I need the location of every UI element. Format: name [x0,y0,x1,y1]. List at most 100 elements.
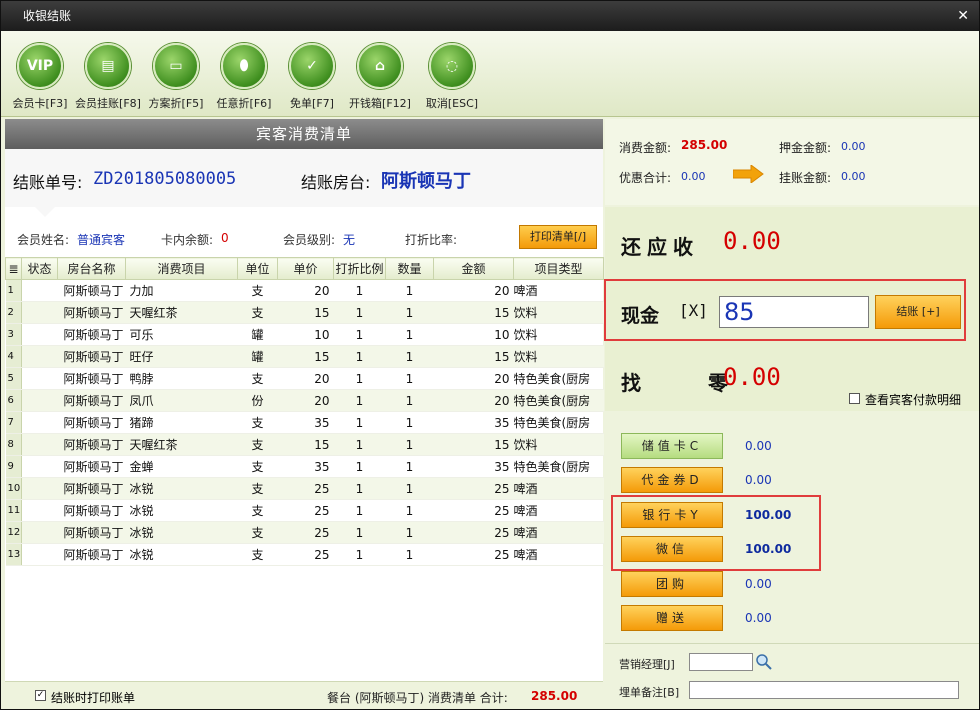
column-header[interactable]: 房台名称 [57,257,126,280]
table-cell: 力加 [125,279,238,302]
callout-pointer [35,207,55,217]
table-row[interactable]: 4 阿斯顿马丁 旺仔罐 15 1 1 15 饮料 [5,345,604,368]
table-row[interactable]: 11 阿斯顿马丁 冰锐支 25 1 1 25 啤酒 [5,499,604,522]
table-cell [21,367,58,390]
table-cell: 1 [385,477,434,500]
table-cell: 1 [333,411,386,434]
table-row[interactable]: 3 阿斯顿马丁 可乐罐 10 1 1 10 饮料 [5,323,604,346]
table-cell: 5 [5,367,22,390]
table-cell: 1 [333,367,386,390]
column-header[interactable]: 项目类型 [513,257,604,280]
table-cell [21,499,58,522]
table-cell: 7 [5,411,22,434]
remark-input[interactable] [689,681,959,699]
table-cell: 特色美食(厨房 [513,455,604,478]
column-header[interactable]: 金额 [433,257,514,280]
member-name-label: 会员姓名: [17,233,70,247]
table-cell: 份 [237,389,278,412]
table-cell: 支 [237,543,278,566]
table-cell: 支 [237,455,278,478]
summary-text: 餐台 (阿斯顿马丁) 消费清单 合计: [327,691,508,705]
table-cell: 1 [385,433,434,456]
table-row[interactable]: 9 阿斯顿马丁 金蝉支 35 1 1 35 特色美食(厨房 [5,455,604,478]
gift-button[interactable]: 赠送 [621,605,723,631]
close-icon[interactable]: ✕ [957,1,969,31]
any-discount-button[interactable]: ⬮ 任意折[F6] [209,39,279,115]
column-header[interactable]: 数量 [385,257,434,280]
print-on-checkout-checkbox[interactable]: ✓ [35,690,46,701]
table-cell: 10 [5,477,22,500]
member-charge-button[interactable]: ▤ 会员挂账[F8] [73,39,143,115]
table-cell: 阿斯顿马丁 [57,455,126,478]
column-header[interactable]: 单位 [237,257,278,280]
table-cell: 阿斯顿马丁 [57,433,126,456]
table-row[interactable]: 12 阿斯顿马丁 冰锐支 25 1 1 25 啤酒 [5,521,604,544]
remark-label: 埋单备注[B] [619,686,680,699]
table-cell: 15 [433,301,514,324]
table-cell: 1 [385,455,434,478]
table-cell: 1 [385,279,434,302]
table-row[interactable]: 8 阿斯顿马丁 天喔红茶支 15 1 1 15 饮料 [5,433,604,456]
table-cell: 啤酒 [513,477,604,500]
table-cell [21,301,58,324]
bill-info: 结账单号: ZD201805080005 结账房台: 阿斯顿马丁 [5,149,603,207]
table-cell: 阿斯顿马丁 [57,345,126,368]
table-row[interactable]: 5 阿斯顿马丁 鸭脖支 20 1 1 20 特色美食(厨房 [5,367,604,390]
table-row[interactable]: 13 阿斯顿马丁 冰锐支 25 1 1 25 啤酒 [5,543,604,566]
table-cell: 阿斯顿马丁 [57,279,126,302]
group-buy-button[interactable]: 团购 [621,571,723,597]
plan-discount-button[interactable]: ▭ 方案折[F5] [141,39,211,115]
table-cell [21,433,58,456]
print-list-button[interactable]: 打印清单[/] [519,225,597,249]
table-cell: 1 [385,389,434,412]
column-header[interactable]: 消费项目 [125,257,238,280]
free-bill-icon: ✓ [289,43,335,89]
table-cell: 冰锐 [125,543,238,566]
column-header[interactable]: 打折比例 [333,257,386,280]
group-buy-amount: 0.00 [745,577,772,591]
table-cell: 1 [333,477,386,500]
cash-drawer-icon: ⌂ [357,43,403,89]
view-detail-checkbox[interactable] [849,393,860,404]
table-row[interactable]: 10 阿斯顿马丁 冰锐支 25 1 1 25 啤酒 [5,477,604,500]
voucher-button[interactable]: 代金券D [621,467,723,493]
table-cell: 啤酒 [513,499,604,522]
free-bill-button[interactable]: ✓ 免单[F7] [277,39,347,115]
table-row[interactable]: 6 阿斯顿马丁 凤爪份 20 1 1 20 特色美食(厨房 [5,389,604,412]
plan-discount-label: 方案折[F5] [148,97,204,110]
table-cell: 1 [385,521,434,544]
table-row[interactable]: 2 阿斯顿马丁 天喔红茶支 15 1 1 15 饮料 [5,301,604,324]
table-cell: 可乐 [125,323,238,346]
plan-discount-icon: ▭ [153,43,199,89]
vip-card-button[interactable]: VIP 会员卡[F3] [5,39,75,115]
table-cell [21,543,58,566]
print-on-checkout-label: 结账时打印账单 [51,691,136,705]
table-cell: 1 [5,279,22,302]
vip-card-icon: VIP [17,43,63,89]
discount-total-label: 优惠合计: [619,171,672,185]
charge-label: 挂账金额: [779,171,832,185]
manager-input[interactable] [689,653,753,671]
search-icon[interactable] [755,653,773,671]
discount-total-value: 0.00 [681,170,706,183]
table-cell: 饮料 [513,323,604,346]
charge-value: 0.00 [841,170,866,183]
any-discount-label: 任意折[F6] [216,97,272,110]
table-row[interactable]: 7 阿斯顿马丁 猪蹄支 35 1 1 35 特色美食(厨房 [5,411,604,434]
cash-drawer-button[interactable]: ⌂ 开钱箱[F12] [345,39,415,115]
column-header[interactable]: 单价 [277,257,334,280]
table-row[interactable]: 1 阿斯顿马丁 力加支 20 1 1 20 啤酒 [5,279,604,302]
table-cell: 支 [237,477,278,500]
table-cell: 支 [237,433,278,456]
table-cell: 阿斯顿马丁 [57,323,126,346]
column-header[interactable]: 状态 [21,257,58,280]
table-cell: 20 [277,389,334,412]
stored-value-card-button[interactable]: 储值卡C [621,433,723,459]
table-cell: 猪蹄 [125,411,238,434]
table-cell: 25 [433,543,514,566]
column-header[interactable]: ≣ [5,257,22,280]
table-cell: 15 [433,433,514,456]
cancel-button[interactable]: ◌ 取消[ESC] [417,39,487,115]
member-charge-label: 会员挂账[F8] [75,97,141,110]
member-level-label: 会员级别: [283,233,336,247]
